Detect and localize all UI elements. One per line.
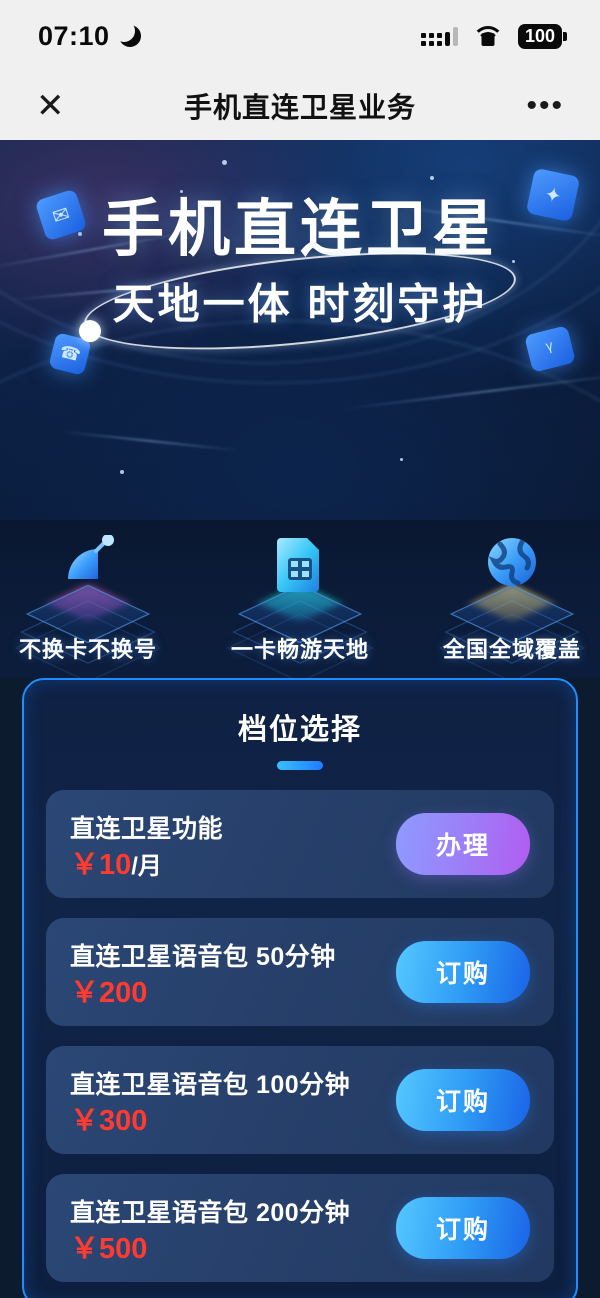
star-dot bbox=[120, 470, 124, 474]
plan-price: ￥500 bbox=[70, 1232, 350, 1265]
feature-item-no-card-change: 不换卡不换号 bbox=[8, 528, 168, 683]
battery-level: 100 bbox=[524, 26, 555, 46]
hero-subtitle: 天地一体 时刻守护 bbox=[112, 280, 488, 328]
hero-banner: ✉ ☎ ✦ ᵞ 手机直连卫星 天地一体 时刻守护 bbox=[0, 140, 600, 520]
plan-name: 直连卫星语音包 200分钟 bbox=[70, 1198, 351, 1227]
status-bar-right: 100 bbox=[420, 23, 568, 49]
plan-action-button[interactable]: 办理 bbox=[396, 813, 530, 875]
close-icon[interactable]: ✕ bbox=[36, 89, 70, 123]
plan-price: ￥300 bbox=[70, 1104, 350, 1137]
feature-platform bbox=[220, 528, 380, 683]
plan-card[interactable]: 直连卫星语音包 100分钟 ￥300 订购 bbox=[46, 1046, 554, 1154]
hero-title: 手机直连卫星 bbox=[101, 195, 498, 264]
plan-action-button[interactable]: 订购 bbox=[396, 1069, 530, 1131]
plan-info: 直连卫星语音包 200分钟 ￥500 bbox=[70, 1193, 350, 1264]
feature-label: 全国全域覆盖 bbox=[442, 637, 581, 662]
nav-bar: ✕ 手机直连卫星业务 ••• bbox=[0, 72, 600, 140]
plan-card[interactable]: 直连卫星语音包 200分钟 ￥500 订购 bbox=[46, 1174, 554, 1282]
plan-price: ￥10 /月 bbox=[70, 848, 223, 881]
plan-price-amount: ￥300 bbox=[70, 1104, 148, 1137]
signal-bars-icon bbox=[420, 26, 458, 46]
plan-price-amount: ￥200 bbox=[70, 976, 148, 1009]
plan-action-button[interactable]: 订购 bbox=[396, 1197, 530, 1259]
plans-panel-title: 档位选择 bbox=[237, 714, 362, 746]
status-bar-left: 07:10 bbox=[38, 20, 141, 52]
feature-row: 不换卡不换号 一卡畅游天地 全国全域覆盖 bbox=[0, 520, 600, 683]
star-dot bbox=[400, 458, 403, 461]
wifi-icon bbox=[471, 26, 504, 46]
plans-panel: 档位选择 直连卫星功能 ￥10 /月 办理 直连卫星语音包 50分钟 ￥200 … bbox=[22, 678, 578, 1298]
plan-price-unit: /月 bbox=[131, 852, 162, 880]
plan-price-amount: ￥10 bbox=[70, 848, 132, 881]
sim-card-icon bbox=[277, 538, 319, 592]
status-time: 07:10 bbox=[38, 20, 110, 51]
more-menu-icon[interactable]: ••• bbox=[526, 91, 564, 121]
page-title: 手机直连卫星业务 bbox=[183, 92, 416, 123]
plan-card[interactable]: 直连卫星语音包 50分钟 ￥200 订购 bbox=[46, 918, 554, 1026]
title-underline bbox=[277, 761, 323, 770]
plan-card[interactable]: 直连卫星功能 ￥10 /月 办理 bbox=[46, 790, 554, 898]
plan-info: 直连卫星语音包 100分钟 ￥300 bbox=[70, 1065, 350, 1136]
plan-info: 直连卫星语音包 50分钟 ￥200 bbox=[70, 937, 336, 1008]
battery-icon: 100 bbox=[517, 23, 568, 49]
star-dot bbox=[222, 160, 227, 165]
plan-info: 直连卫星功能 ￥10 /月 bbox=[70, 809, 223, 880]
hero-orbit: 天地一体 时刻守护 bbox=[0, 235, 600, 367]
satellite-dish-icon bbox=[68, 535, 114, 579]
plan-price: ￥200 bbox=[70, 976, 336, 1009]
hero-arc bbox=[0, 320, 600, 520]
plan-name: 直连卫星语音包 100分钟 bbox=[70, 1070, 351, 1099]
plan-name: 直连卫星功能 bbox=[70, 814, 224, 843]
app-screen: 07:10 100 ✕ 手机直连卫星业务 ••• ✉ ☎ ✦ ᵞ 手机直连卫星 … bbox=[0, 0, 600, 1298]
plan-action-button[interactable]: 订购 bbox=[396, 941, 530, 1003]
feature-item-one-card: 一卡畅游天地 bbox=[220, 528, 380, 683]
feature-item-nationwide: 全国全域覆盖 bbox=[432, 528, 592, 683]
status-bar: 07:10 100 bbox=[0, 0, 600, 72]
feature-platform bbox=[432, 528, 592, 683]
globe-icon bbox=[488, 538, 536, 586]
moon-icon bbox=[112, 20, 141, 47]
feature-label: 不换卡不换号 bbox=[18, 637, 157, 662]
plan-name: 直连卫星语音包 50分钟 bbox=[70, 942, 336, 971]
plan-price-amount: ￥500 bbox=[70, 1232, 148, 1265]
feature-label: 一卡畅游天地 bbox=[230, 637, 369, 662]
feature-platform bbox=[8, 528, 168, 683]
